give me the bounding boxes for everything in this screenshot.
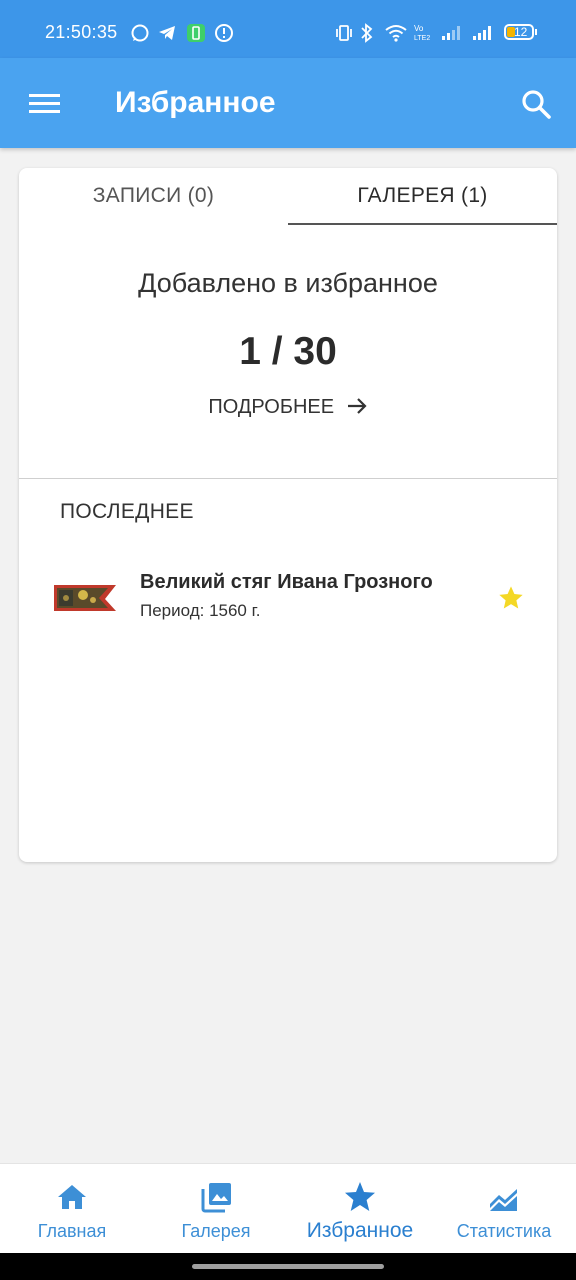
more-details-link[interactable]: ПОДРОБНЕЕ xyxy=(19,396,557,419)
nav-item-stats[interactable]: Статистика xyxy=(432,1164,576,1254)
gesture-bar xyxy=(0,1253,576,1280)
volte-icon: Vo LTE2 xyxy=(414,24,430,42)
status-time: 21:50:35 xyxy=(45,22,118,42)
nav-label-favorites: Избранное xyxy=(306,1219,414,1242)
home-gesture-handle[interactable] xyxy=(192,1264,384,1269)
vibrate-icon xyxy=(336,25,352,41)
item-title: Великий стяг Ивана Грозного xyxy=(140,571,433,593)
list-item[interactable]: Великий стяг Ивана Грозного Период: 1560… xyxy=(19,558,557,638)
bluetooth-icon xyxy=(361,23,373,43)
arrow-right-icon xyxy=(347,398,367,414)
favorites-card: ЗАПИСИ (0) ГАЛЕРЕЯ (1) Добавлено в избра… xyxy=(19,168,557,862)
search-icon xyxy=(522,90,551,119)
alert-icon xyxy=(215,24,233,42)
tab-gallery[interactable]: ГАЛЕРЕЯ (1) xyxy=(288,168,557,225)
tab-records[interactable]: ЗАПИСИ (0) xyxy=(19,168,288,223)
battery-saver-icon xyxy=(187,24,205,42)
stats-icon xyxy=(490,1189,517,1211)
app-bar: Избранное xyxy=(0,58,576,148)
svg-text:LTE2: LTE2 xyxy=(414,35,430,42)
banner-thumbnail xyxy=(54,585,116,611)
gallery-icon xyxy=(201,1183,231,1213)
telegram-icon xyxy=(159,26,175,40)
page-title: Избранное xyxy=(115,86,276,119)
nav-item-favorites[interactable]: Избранное xyxy=(288,1164,432,1254)
whatsapp-icon xyxy=(131,24,149,42)
star-icon xyxy=(345,1182,375,1211)
nav-item-home[interactable]: Главная xyxy=(0,1164,144,1254)
menu-icon xyxy=(29,94,60,113)
status-bar: 21:50:35 Vo LTE2 12 xyxy=(0,0,576,58)
nav-label-stats: Статистика xyxy=(456,1221,552,1241)
signal-icon xyxy=(442,26,460,40)
battery-level: 12 xyxy=(514,25,528,39)
signal-icon xyxy=(473,26,491,40)
divider xyxy=(19,478,557,479)
more-details-label: ПОДРОБНЕЕ xyxy=(208,396,335,418)
item-period: Период: 1560 г. xyxy=(140,601,261,620)
search-button[interactable] xyxy=(518,86,554,122)
home-icon xyxy=(58,1185,86,1209)
wifi-icon xyxy=(385,25,407,42)
summary-label: Добавлено в избранное xyxy=(138,268,438,298)
battery-icon: 12 xyxy=(504,24,537,40)
nav-label-home: Главная xyxy=(37,1221,107,1241)
nav-item-gallery[interactable]: Галерея xyxy=(144,1164,288,1254)
summary-count: 1 / 30 xyxy=(239,330,337,373)
menu-button[interactable] xyxy=(26,88,64,118)
nav-label-gallery: Галерея xyxy=(181,1221,251,1241)
bottom-navigation: Главная Галерея Избранное Статистика xyxy=(0,1163,576,1254)
svg-text:Vo: Vo xyxy=(414,24,424,33)
recent-section-title: ПОСЛЕДНЕЕ xyxy=(60,500,194,523)
star-icon[interactable] xyxy=(497,584,525,612)
